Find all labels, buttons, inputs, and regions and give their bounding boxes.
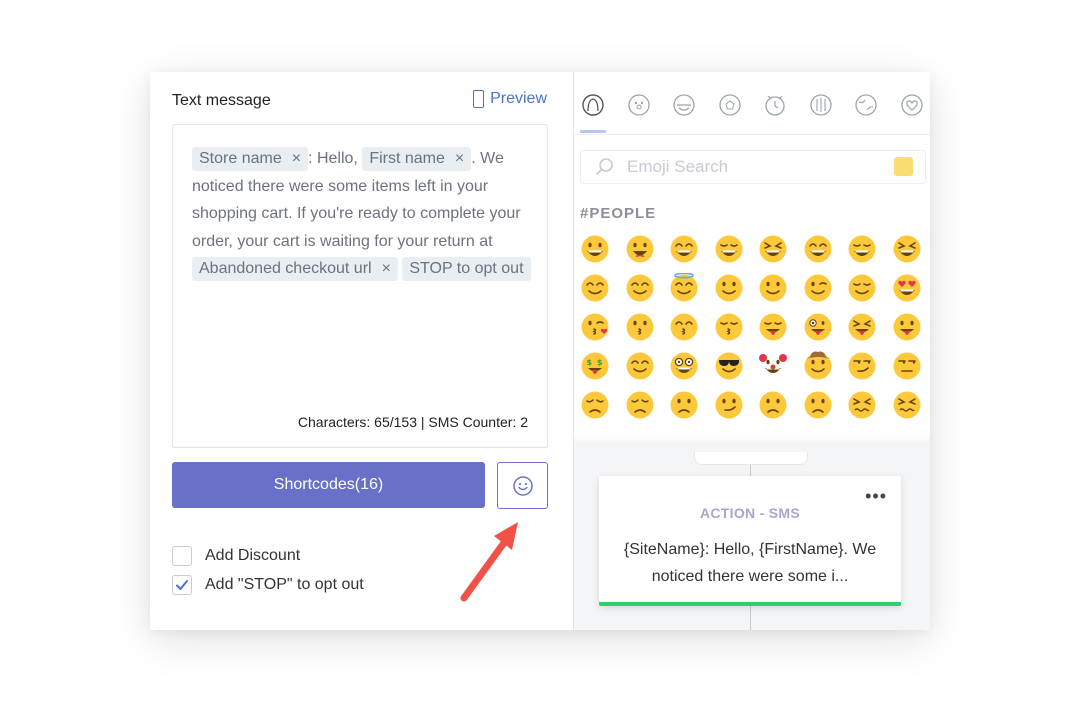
smiley-icon [512,475,533,496]
emoji-kissing-heart[interactable] [580,312,610,342]
emoji-search-input[interactable]: Emoji Search [627,157,728,177]
emoji-blush[interactable] [580,273,610,303]
emoji-smiley[interactable] [625,234,655,264]
category-objects-icon[interactable] [808,92,834,118]
add-discount-label: Add Discount [205,547,301,564]
emoji-worried[interactable] [669,390,699,420]
annotation-arrow-icon [460,522,518,602]
emoji-hugging[interactable] [625,351,655,381]
tag-label: Abandoned checkout url [199,260,372,277]
emoji-rofl[interactable] [892,234,922,264]
panel-edge [574,434,930,444]
emoji-tongue[interactable] [892,312,922,342]
emoji-upside-down[interactable] [758,273,788,303]
search-icon [596,158,613,175]
remove-tag-icon[interactable]: × [292,150,301,167]
category-people-icon[interactable] [580,92,606,118]
emoji-relieved[interactable] [847,273,877,303]
emoji-confused[interactable] [714,390,744,420]
emoji-confounded[interactable] [892,390,922,420]
shortcode-tag-store-name: Store name × [192,147,309,171]
shortcodes-button[interactable]: Shortcodes(16) [172,462,485,508]
add-stop-checkbox[interactable] [172,575,192,595]
emoji-kissing[interactable] [625,312,655,342]
add-discount-checkbox[interactable] [172,546,192,566]
emoji-grid: $ $ [580,234,930,429]
emoji-cowboy[interactable] [803,351,833,381]
emoji-kissing-closed[interactable] [714,312,744,342]
emoji-laughing[interactable] [758,234,788,264]
category-places-icon[interactable] [853,92,879,118]
category-food-icon[interactable] [671,92,697,118]
emoji-kissing-smiling[interactable] [669,312,699,342]
emoji-frowning[interactable] [803,390,833,420]
node-preview-text: {SiteName}: Hello, {FirstName}. We notic… [623,541,877,585]
emoji-innocent[interactable] [669,273,699,303]
emoji-sunglasses[interactable] [714,351,744,381]
phone-icon [473,90,485,108]
panel-title: Text message [172,92,271,109]
node-title: ACTION - SMS [699,505,801,521]
emoji-sweat-smile[interactable] [803,234,833,264]
shortcode-tag-checkout-url: Abandoned checkout url × [192,257,398,281]
message-body: Store name ×: Hello, First name ×. We noti… [192,145,532,283]
emoji-category-bar [574,72,930,135]
emoji-section-label: #PEOPLE [580,205,657,222]
skin-tone-selector[interactable] [894,157,913,176]
text-message-panel: Text message Preview Store name × : Hello,… [150,72,574,630]
emoji-relaxed[interactable] [625,273,655,303]
emoji-smirk[interactable] [847,351,877,381]
emoji-grinning[interactable] [580,234,610,264]
active-category-indicator [580,130,606,133]
emoji-slight-frown[interactable] [758,390,788,420]
category-activity-icon[interactable] [717,92,743,118]
character-counter: Characters: 65/153 | SMS Counter: 2 [297,414,528,430]
emoji-pensive[interactable] [625,390,655,420]
svg-text:$: $ [597,358,603,367]
add-stop-label: Add "STOP" to opt out [205,576,364,593]
preview-label: Preview [490,90,547,107]
message-text: : Hello, [308,150,358,167]
emoji-picker-button[interactable] [497,462,548,509]
emoji-search[interactable]: Emoji Search [580,150,926,184]
preview-link[interactable]: Preview [473,90,547,108]
emoji-disappointed[interactable] [580,390,610,420]
emoji-nerd[interactable] [669,351,699,381]
emoji-joy[interactable] [847,234,877,264]
emoji-smile[interactable] [669,234,699,264]
sms-editor-card: Text message Preview Store name × : Hello,… [150,72,930,630]
emoji-clown[interactable] [758,351,788,381]
emoji-heart-eyes[interactable] [892,273,922,303]
action-sms-node[interactable]: ••• ACTION - SMS {SiteName}: Hello, {Fir… [599,476,901,606]
flow-node-bottom [694,452,808,465]
stop-opt-out-tag: STOP to opt out [402,257,531,281]
emoji-picker: Emoji Search #PEOPLE $ $ [574,72,930,444]
emoji-grin[interactable] [714,234,744,264]
emoji-crazy[interactable] [803,312,833,342]
remove-tag-icon[interactable]: × [455,150,464,167]
emoji-yum[interactable] [758,312,788,342]
tag-label: First name [369,150,445,167]
shortcode-tag-first-name: First name × [362,147,472,171]
message-editor[interactable]: Store name ×: Hello, First name ×. We noti… [172,124,548,448]
tag-label: Store name [199,150,282,167]
emoji-persevere[interactable] [847,390,877,420]
automation-canvas: Emoji Search #PEOPLE $ $ ••• ACTION - SMS… [574,72,930,630]
add-stop-option[interactable]: Add "STOP" to opt out [172,575,364,595]
category-travel-icon[interactable] [762,92,788,118]
svg-text:$: $ [587,358,593,367]
emoji-squint-tongue[interactable] [847,312,877,342]
checkmark-icon [176,580,188,590]
remove-tag-icon[interactable]: × [382,260,391,277]
category-nature-icon[interactable] [626,92,652,118]
emoji-wink[interactable] [803,273,833,303]
category-symbols-icon[interactable] [899,92,925,118]
emoji-slight-smile[interactable] [714,273,744,303]
emoji-money-mouth[interactable]: $ $ [580,351,610,381]
node-menu-button[interactable]: ••• [865,486,887,507]
emoji-unamused[interactable] [892,351,922,381]
add-discount-option[interactable]: Add Discount [172,546,300,566]
